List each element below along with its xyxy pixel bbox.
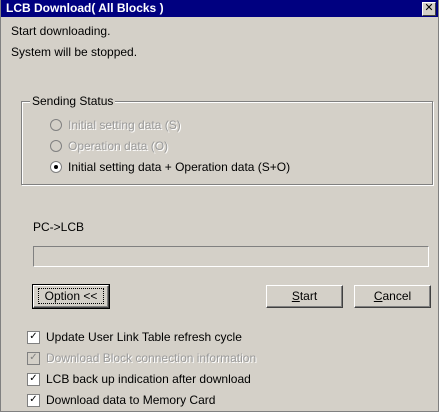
message-line-2: System will be stopped. <box>11 45 138 59</box>
title-bar[interactable]: LCB Download( All Blocks ) ✕ <box>1 0 438 17</box>
radio-label: Initial setting data + Operation data (S… <box>68 160 291 174</box>
checkbox-label: Download Block connection information <box>46 351 257 365</box>
start-label-rest: tart <box>299 289 318 303</box>
checkbox-download-block-connection[interactable]: ✓ Download Block connection information <box>27 351 256 365</box>
download-progress-bar <box>33 246 429 267</box>
sending-status-group: Sending Status Initial setting data (S) … <box>21 94 433 185</box>
radio-button-icon <box>50 140 62 152</box>
lcb-download-dialog: LCB Download( All Blocks ) ✕ Start downl… <box>0 0 439 412</box>
checkbox-label: Download data to Memory Card <box>46 393 216 407</box>
checkbox-download-to-memory-card[interactable]: ✓ Download data to Memory Card <box>27 393 215 407</box>
radio-initial-plus-operation[interactable]: Initial setting data + Operation data (S… <box>50 160 290 174</box>
radio-button-icon <box>50 161 62 173</box>
checkbox-label: Update User Link Table refresh cycle <box>46 330 242 344</box>
checkbox-icon: ✓ <box>27 351 40 365</box>
checkbox-icon: ✓ <box>27 393 40 407</box>
checkbox-update-user-link-table[interactable]: ✓ Update User Link Table refresh cycle <box>27 330 242 344</box>
start-button[interactable]: Start <box>266 285 343 308</box>
cancel-button[interactable]: Cancel <box>354 285 431 308</box>
sending-status-legend: Sending Status <box>30 94 116 108</box>
radio-operation-data[interactable]: Operation data (O) <box>50 139 168 153</box>
progress-label: PC->LCB <box>33 220 85 234</box>
start-mnemonic: S <box>291 289 300 303</box>
message-line-1: Start downloading. <box>11 24 111 38</box>
option-button-label: Option << <box>37 288 105 304</box>
close-icon[interactable]: ✕ <box>422 2 436 16</box>
radio-button-icon <box>50 119 62 131</box>
radio-label: Operation data (O) <box>68 139 169 153</box>
checkbox-icon: ✓ <box>27 330 40 344</box>
checkbox-label: LCB back up indication after download <box>46 372 251 386</box>
radio-label: Initial setting data (S) <box>68 118 181 132</box>
checkbox-icon: ✓ <box>27 372 40 386</box>
option-button[interactable]: Option << <box>32 284 110 309</box>
checkbox-lcb-backup-indication[interactable]: ✓ LCB back up indication after download <box>27 372 251 386</box>
radio-initial-setting[interactable]: Initial setting data (S) <box>50 118 181 132</box>
window-title: LCB Download( All Blocks ) <box>6 1 164 15</box>
cancel-label-rest: ancel <box>382 289 412 303</box>
